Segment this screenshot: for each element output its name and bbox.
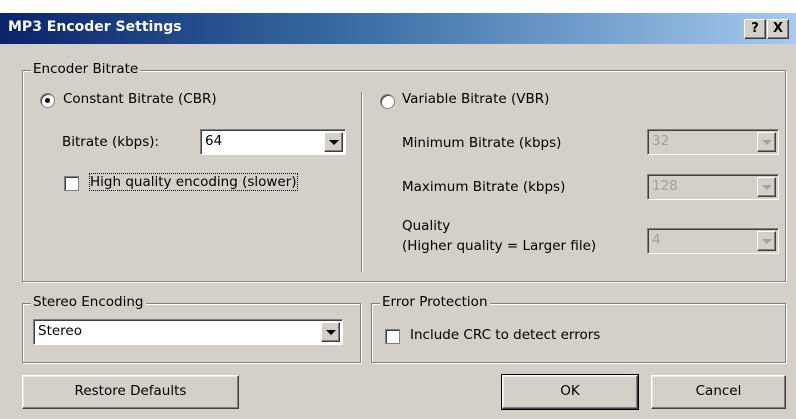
stereo-mode-select[interactable]: Stereo [33, 319, 343, 345]
ok-button[interactable]: OK [501, 374, 639, 410]
hq-encoding-label[interactable]: High quality encoding (slower) [89, 173, 298, 191]
bitrate-select[interactable]: 64 [200, 129, 346, 155]
vbr-radio[interactable] [380, 94, 395, 109]
help-button[interactable]: ? [744, 19, 766, 39]
restore-defaults-button[interactable]: Restore Defaults [22, 375, 239, 409]
crc-label[interactable]: Include CRC to detect errors [410, 327, 600, 343]
crc-checkbox[interactable] [385, 329, 400, 344]
bitrate-divider [361, 92, 362, 272]
quality-value: 4 [652, 232, 661, 248]
quality-label: Quality [402, 218, 451, 234]
stereo-encoding-legend: Stereo Encoding [31, 294, 146, 310]
hq-encoding-checkbox[interactable] [64, 176, 79, 191]
vbr-label[interactable]: Variable Bitrate (VBR) [402, 91, 549, 107]
max-bitrate-dropdown-arrow-icon[interactable] [757, 177, 776, 197]
bitrate-value: 64 [205, 133, 223, 149]
min-bitrate-dropdown-arrow-icon[interactable] [757, 132, 776, 152]
max-bitrate-label: Maximum Bitrate (kbps) [402, 179, 566, 195]
quality-hint-label: (Higher quality = Larger file) [402, 238, 597, 254]
close-button[interactable]: X [767, 19, 789, 39]
window-title: MP3 Encoder Settings [8, 19, 182, 35]
mp3-encoder-settings-dialog: MP3 Encoder Settings ? X Encoder Bitrate… [0, 13, 796, 419]
cancel-button[interactable]: Cancel [651, 375, 786, 409]
max-bitrate-value: 128 [652, 178, 678, 194]
min-bitrate-select[interactable]: 32 [647, 129, 779, 155]
cbr-radio[interactable] [40, 93, 55, 108]
bitrate-dropdown-arrow-icon[interactable] [324, 132, 343, 152]
error-protection-legend: Error Protection [380, 294, 490, 310]
bitrate-label: Bitrate (kbps): [62, 134, 160, 150]
min-bitrate-label: Minimum Bitrate (kbps) [402, 135, 562, 151]
min-bitrate-value: 32 [652, 133, 670, 149]
stereo-dropdown-arrow-icon[interactable] [321, 322, 340, 342]
quality-select[interactable]: 4 [647, 228, 779, 254]
max-bitrate-select[interactable]: 128 [647, 174, 779, 200]
cbr-label[interactable]: Constant Bitrate (CBR) [63, 91, 217, 107]
encoder-bitrate-legend: Encoder Bitrate [31, 61, 141, 77]
title-bar[interactable]: MP3 Encoder Settings ? X [0, 13, 796, 44]
stereo-mode-value: Stereo [38, 323, 82, 339]
quality-dropdown-arrow-icon[interactable] [757, 231, 776, 251]
